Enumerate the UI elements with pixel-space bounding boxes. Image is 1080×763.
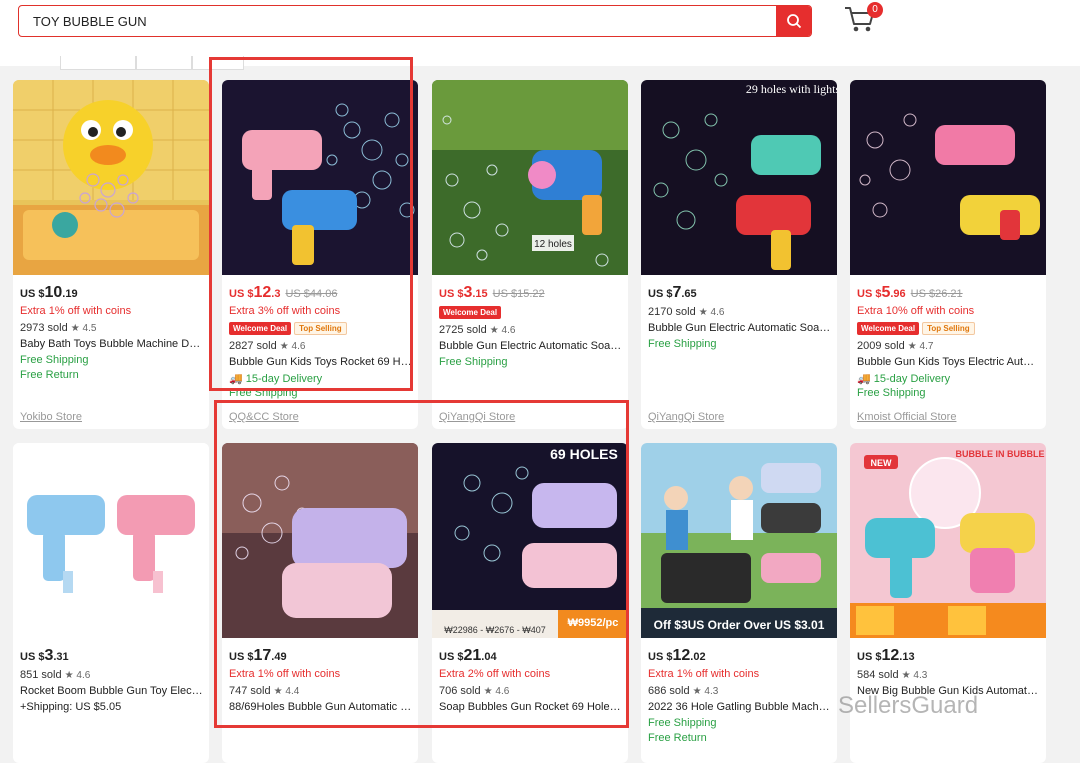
product-image: NEW BUBBLE IN BUBBLE [850,443,1046,638]
shipping-cost: +Shipping: US $5.05 [20,701,122,713]
product-title[interactable]: Rocket Boom Bubble Gun Toy Electric [20,685,203,701]
sales-rating: 584 sold ★ 4.3 [857,669,928,681]
product-card[interactable]: US $10.19 Extra 1% off with coins 2973 s… [13,80,209,429]
delivery-time: 🚚 15-day Delivery [857,373,951,385]
welcome-deal-badge: Welcome Deal [229,322,292,335]
free-return: Free Return [648,732,707,744]
coins-discount: Extra 1% off with coins [20,305,132,317]
product-card[interactable]: US $5.96 US $26.21 Extra 10% off with coi… [850,80,1046,429]
image-caption: 69 HOLES [550,446,618,462]
search-box [18,5,812,37]
image-price-tag: ₩9952/pc [568,617,619,629]
coins-discount: Extra 2% off with coins [439,668,551,680]
product-image [222,443,418,638]
price: US $7.65 [648,284,697,301]
sales-rating: 2170 sold ★ 4.6 [648,306,725,318]
product-card[interactable]: 29 holes with lights US $7.65 2170 sold … [641,80,837,429]
free-shipping: Free Shipping [229,387,298,399]
product-title[interactable]: Bubble Gun Kids Toys Electric Automatic [857,356,1040,372]
search-input[interactable] [19,6,777,36]
welcome-deal-badge: Welcome Deal [857,322,920,335]
sales-rating: 686 sold ★ 4.3 [648,685,719,697]
store-link[interactable]: QQ&CC Store [229,411,299,423]
price: US $12.02 [648,647,706,664]
coins-discount: Extra 10% off with coins [857,305,975,317]
store-link[interactable]: Yokibo Store [20,411,82,423]
store-link[interactable]: QiYangQi Store [648,411,724,423]
product-image: 12 holes [432,80,628,275]
free-return: Free Return [20,369,79,381]
sales-rating: 747 sold ★ 4.4 [229,685,300,697]
sales-rating: 2973 sold ★ 4.5 [20,322,97,334]
sales-rating: 706 sold ★ 4.6 [439,685,510,697]
store-link[interactable]: QiYangQi Store [439,411,515,423]
truck-icon: 🚚 [857,373,874,385]
product-title[interactable]: Bubble Gun Electric Automatic Soap Bubbl… [439,340,622,356]
new-badge: NEW [871,458,893,468]
image-caption: 12 holes [534,239,572,250]
sales-rating: 2009 sold ★ 4.7 [857,340,934,352]
top-selling-badge: Top Selling [294,322,347,335]
truck-icon: 🚚 [229,373,246,385]
product-card[interactable]: US $12.3 US $44.06 Extra 3% off with coin… [222,80,418,429]
product-image: Off $3US Order Over US $3.01 [641,443,837,638]
sales-rating: 851 sold ★ 4.6 [20,669,91,681]
image-caption: 29 holes with lights [746,82,837,96]
product-card[interactable]: 69 HOLES ₩22986 - ₩2676 - ₩407 ₩9952/pc … [432,443,628,763]
product-title[interactable]: Bubble Gun Kids Toys Rocket 69 Holes [229,356,412,372]
search-icon [786,14,801,29]
image-price-strip: ₩22986 - ₩2676 - ₩407 [444,625,546,635]
price: US $3.15 US $15.22 [439,284,545,301]
free-shipping: Free Shipping [648,338,717,350]
free-shipping: Free Shipping [857,387,926,399]
price: US $21.04 [439,647,497,664]
delivery-time: 🚚 15-day Delivery [229,373,323,385]
product-title[interactable]: Baby Bath Toys Bubble Machine Duck Bubbl… [20,338,203,354]
product-image [13,80,209,275]
price: US $3.31 [20,647,69,664]
price: US $10.19 [20,284,78,301]
product-card[interactable]: 12 holes US $3.15 US $15.22 Welcome Deal … [432,80,628,429]
store-link[interactable]: Kmoist Official Store [857,411,956,423]
product-title[interactable]: 88/69Holes Bubble Gun Automatic Bubble M… [229,701,412,717]
free-shipping: Free Shipping [439,356,508,368]
product-image [850,80,1046,275]
price: US $12.3 US $44.06 [229,284,338,301]
product-card[interactable]: Off $3US Order Over US $3.01 US $12.02 E… [641,443,837,763]
coins-discount: Extra 3% off with coins [229,305,341,317]
product-image: 69 HOLES ₩22986 - ₩2676 - ₩407 ₩9952/pc [432,443,628,638]
product-title[interactable]: Soap Bubbles Gun Rocket 69 Holes Bubble [439,701,622,717]
price: US $17.49 [229,647,287,664]
sort-tab[interactable] [60,56,136,70]
free-shipping: Free Shipping [648,717,717,729]
product-image [13,443,209,638]
top-selling-badge: Top Selling [922,322,975,335]
watermark: SellersGuard [838,692,979,719]
sales-rating: 2725 sold ★ 4.6 [439,324,516,336]
product-card[interactable]: US $3.31 851 sold ★ 4.6 Rocket Boom Bubb… [13,443,209,763]
product-card[interactable]: US $17.49 Extra 1% off with coins 747 so… [222,443,418,763]
image-caption: BUBBLE IN BUBBLE [956,449,1045,459]
image-promo-text: Off $3US Order Over US $3.01 [654,618,825,632]
product-title[interactable]: Bubble Gun Electric Automatic Soap Bubbl… [648,322,831,338]
price: US $5.96 US $26.21 [857,284,963,301]
coins-discount: Extra 1% off with coins [229,668,341,680]
price: US $12.13 [857,647,915,664]
coins-discount: Extra 1% off with coins [648,668,760,680]
sort-tab[interactable] [192,56,244,70]
product-image [222,80,418,275]
product-image: 29 holes with lights [641,80,837,275]
welcome-deal-badge: Welcome Deal [439,306,502,319]
sort-tab[interactable] [136,56,192,70]
sales-rating: 2827 sold ★ 4.6 [229,340,306,352]
product-title[interactable]: 2022 36 Hole Gatling Bubble Machine [648,701,831,717]
search-button[interactable] [776,6,811,36]
cart-count-badge: 0 [867,2,883,18]
free-shipping: Free Shipping [20,354,89,366]
